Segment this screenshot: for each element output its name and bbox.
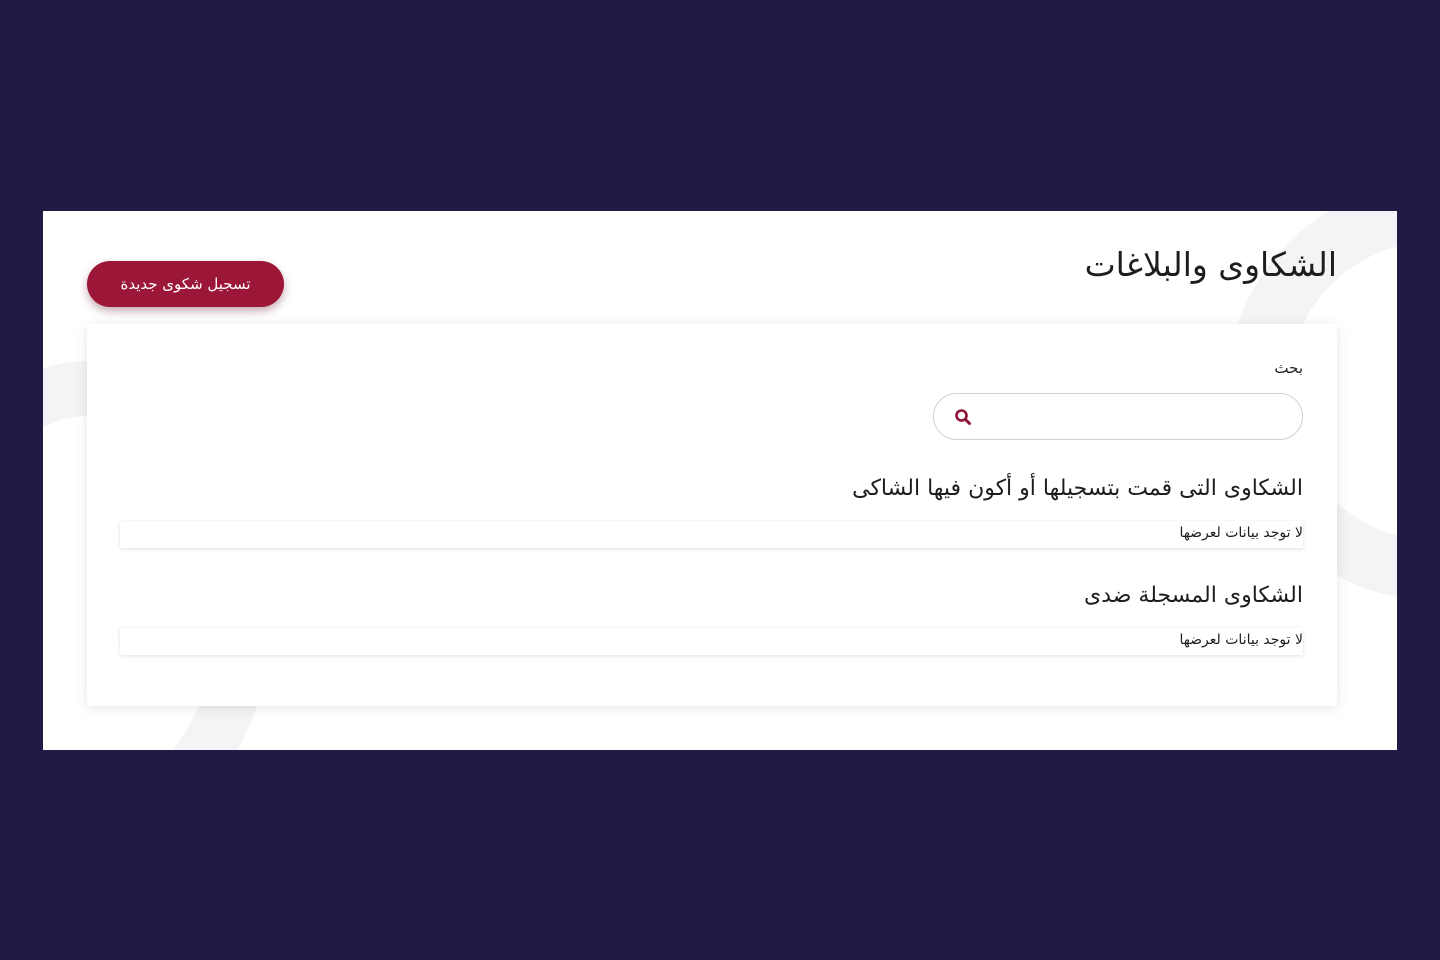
search-icon[interactable]	[954, 408, 972, 426]
complaints-against-me-title: الشكاوى المسجلة ضدى	[1083, 583, 1303, 608]
search-input[interactable]	[984, 394, 1284, 439]
my-complaints-title: الشكاوى التى قمت بتسجيلها أو أكون فيها ا…	[852, 476, 1303, 501]
page-title: الشكاوى والبلاغات	[1084, 245, 1337, 284]
search-field[interactable]	[933, 393, 1303, 440]
empty-state-text: لا توجد بيانات لعرضها	[1179, 632, 1303, 648]
complaints-card: بحث الشكاوى التى قمت بتسجيلها أو أكون في…	[87, 324, 1337, 706]
complaints-against-me-empty-state: لا توجد بيانات لعرضها	[120, 628, 1303, 655]
complaints-page: الشكاوى والبلاغات تسجيل شكوى جديدة بحث ا…	[43, 211, 1397, 750]
search-label: بحث	[1274, 359, 1303, 377]
new-complaint-button[interactable]: تسجيل شكوى جديدة	[87, 261, 284, 307]
my-complaints-empty-state: لا توجد بيانات لعرضها	[120, 521, 1303, 548]
empty-state-text: لا توجد بيانات لعرضها	[1179, 525, 1303, 541]
